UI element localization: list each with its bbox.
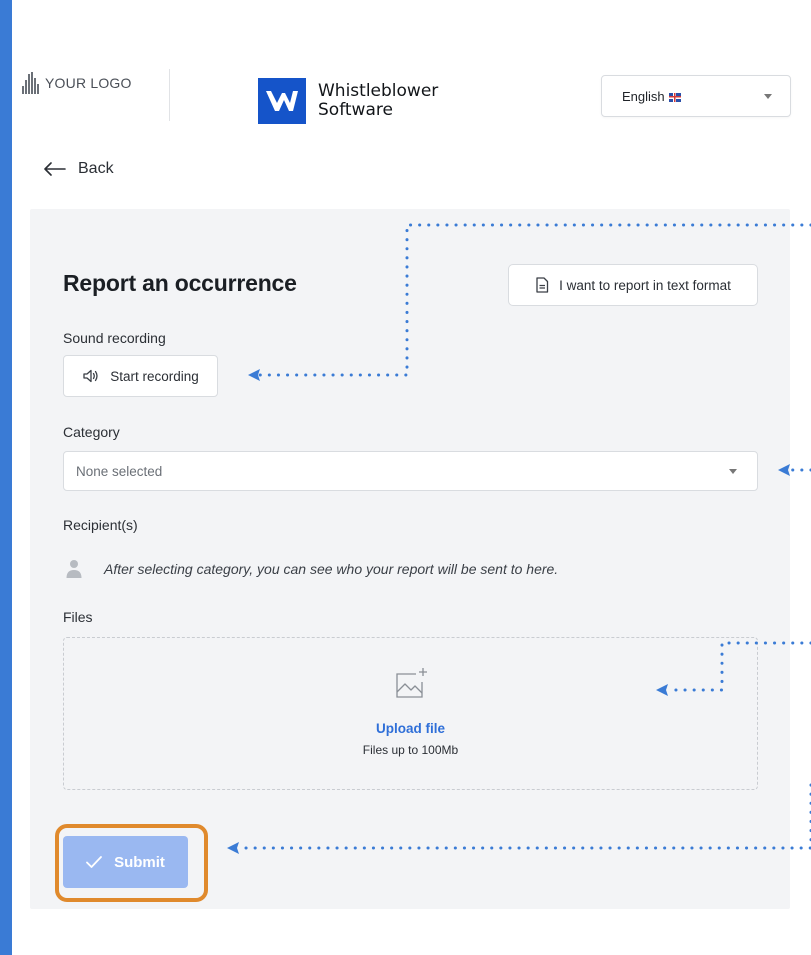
- language-select[interactable]: English: [601, 75, 791, 117]
- chevron-down-icon: [729, 468, 737, 474]
- text-format-button[interactable]: I want to report in text format: [508, 264, 758, 306]
- start-recording-button[interactable]: Start recording: [63, 355, 218, 397]
- chevron-down-icon: [764, 93, 772, 99]
- category-value: None selected: [76, 463, 163, 479]
- upload-limit: Files up to 100Mb: [362, 743, 459, 757]
- language-value: English: [622, 89, 681, 104]
- header-divider: [169, 69, 170, 121]
- brand-name-line2: Software: [318, 100, 393, 120]
- check-icon: [86, 856, 102, 868]
- your-logo: YOUR LOGO: [22, 72, 132, 94]
- back-link[interactable]: Back: [44, 160, 114, 178]
- category-label: Category: [63, 424, 120, 440]
- your-logo-text: YOUR LOGO: [45, 75, 132, 91]
- upload-file-link[interactable]: Upload file: [64, 721, 757, 736]
- back-label: Back: [78, 160, 114, 177]
- file-dropzone[interactable]: Upload file Files up to 100Mb: [63, 637, 758, 790]
- files-label: Files: [63, 609, 93, 625]
- recipients-hint: After selecting category, you can see wh…: [104, 561, 559, 577]
- text-format-label: I want to report in text format: [559, 277, 731, 293]
- uk-flag-icon: [668, 92, 681, 102]
- document-icon: [536, 277, 549, 293]
- page-title: Report an occurrence: [63, 270, 297, 296]
- logo-bars-icon: [22, 72, 39, 94]
- brand-mark-icon: [258, 78, 306, 124]
- user-icon: [66, 560, 82, 578]
- arrow-left-icon: [44, 162, 66, 176]
- category-select[interactable]: None selected: [63, 451, 758, 491]
- brand-name: Whistleblower Software: [318, 82, 438, 120]
- start-recording-label: Start recording: [110, 368, 199, 384]
- speaker-icon: [83, 369, 98, 383]
- recipients-hint-row: After selecting category, you can see wh…: [66, 559, 558, 579]
- sound-recording-label: Sound recording: [63, 330, 166, 346]
- image-add-icon: [396, 668, 427, 698]
- submit-button[interactable]: Submit: [63, 836, 188, 888]
- brand-name-line1: Whistleblower: [318, 81, 439, 101]
- submit-label: Submit: [114, 853, 165, 871]
- recipients-label: Recipient(s): [63, 517, 138, 533]
- brand-logo: Whistleblower Software: [258, 78, 438, 124]
